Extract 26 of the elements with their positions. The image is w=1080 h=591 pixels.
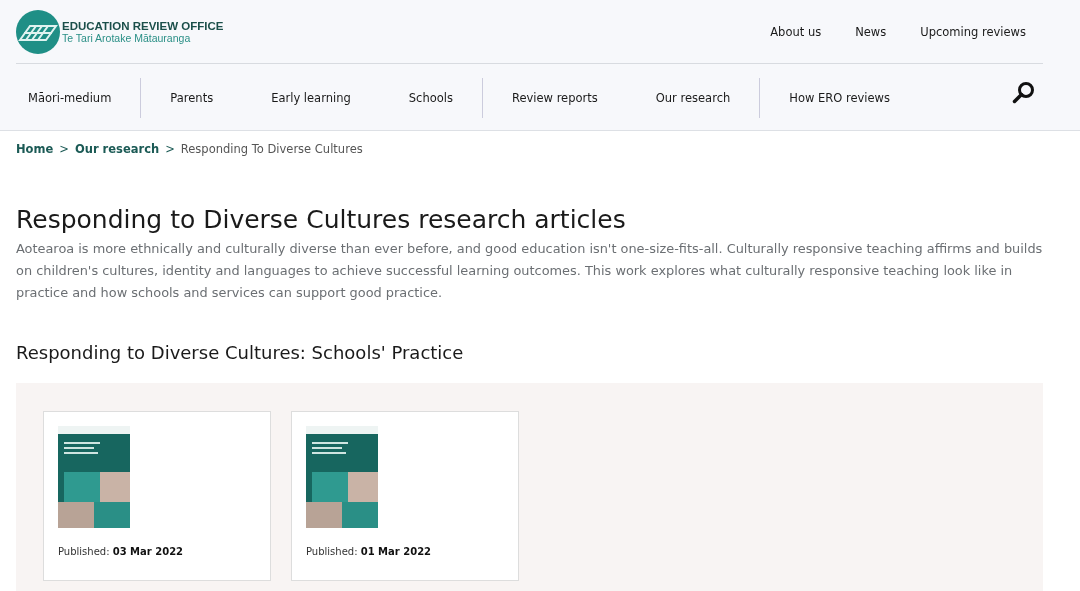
logo-title: EDUCATION REVIEW OFFICE — [62, 19, 224, 32]
search-icon[interactable] — [1012, 80, 1036, 105]
published-date: Published: 03 Mar 2022 — [58, 546, 185, 557]
logo-subtitle: Te Tari Arotake Mātauranga — [62, 31, 192, 44]
top-nav-link[interactable]: About us — [770, 24, 822, 39]
report-card[interactable]: Published: 03 Mar 2022 — [43, 411, 271, 581]
nav-link[interactable]: Māori-medium — [28, 90, 112, 105]
intro-paragraph: Aotearoa is more ethnically and culturally diverse than ever before, and good education isn't one-size-fits-all. Culturally responsive teaching affirms and builds on children's cultures, identity and languages to achieve successful learning outcomes. This work explores what culturally responsive teaching look like in practice and how schools and services can support good practice. — [16, 240, 1043, 302]
logo-icon[interactable] — [16, 9, 60, 54]
nav-link[interactable]: Review reports — [511, 90, 598, 105]
published-date: Published: 01 Mar 2022 — [306, 546, 433, 557]
nav-link[interactable]: Early learning — [271, 90, 351, 105]
nav-link[interactable]: Parents — [170, 90, 214, 105]
breadcrumb-current: Responding To Diverse Cultures — [180, 142, 363, 156]
breadcrumb-separator: > — [165, 142, 175, 156]
section-heading: Responding to Diverse Cultures: Schools' Practice — [16, 342, 465, 363]
breadcrumb-link[interactable]: Our research — [74, 142, 160, 156]
nav-link[interactable]: Schools — [408, 90, 453, 105]
nav-link[interactable]: How ERO reviews — [789, 90, 890, 105]
top-nav-link[interactable]: Upcoming reviews — [920, 24, 1026, 39]
breadcrumb-link[interactable]: Home — [16, 142, 54, 156]
breadcrumb-separator: > — [59, 142, 69, 156]
page-title: Responding to Diverse Cultures research articles — [16, 205, 627, 234]
nav-link[interactable]: Our research — [655, 90, 731, 105]
top-nav-link[interactable]: News — [855, 24, 887, 39]
report-card[interactable]: Published: 01 Mar 2022 — [291, 411, 519, 581]
